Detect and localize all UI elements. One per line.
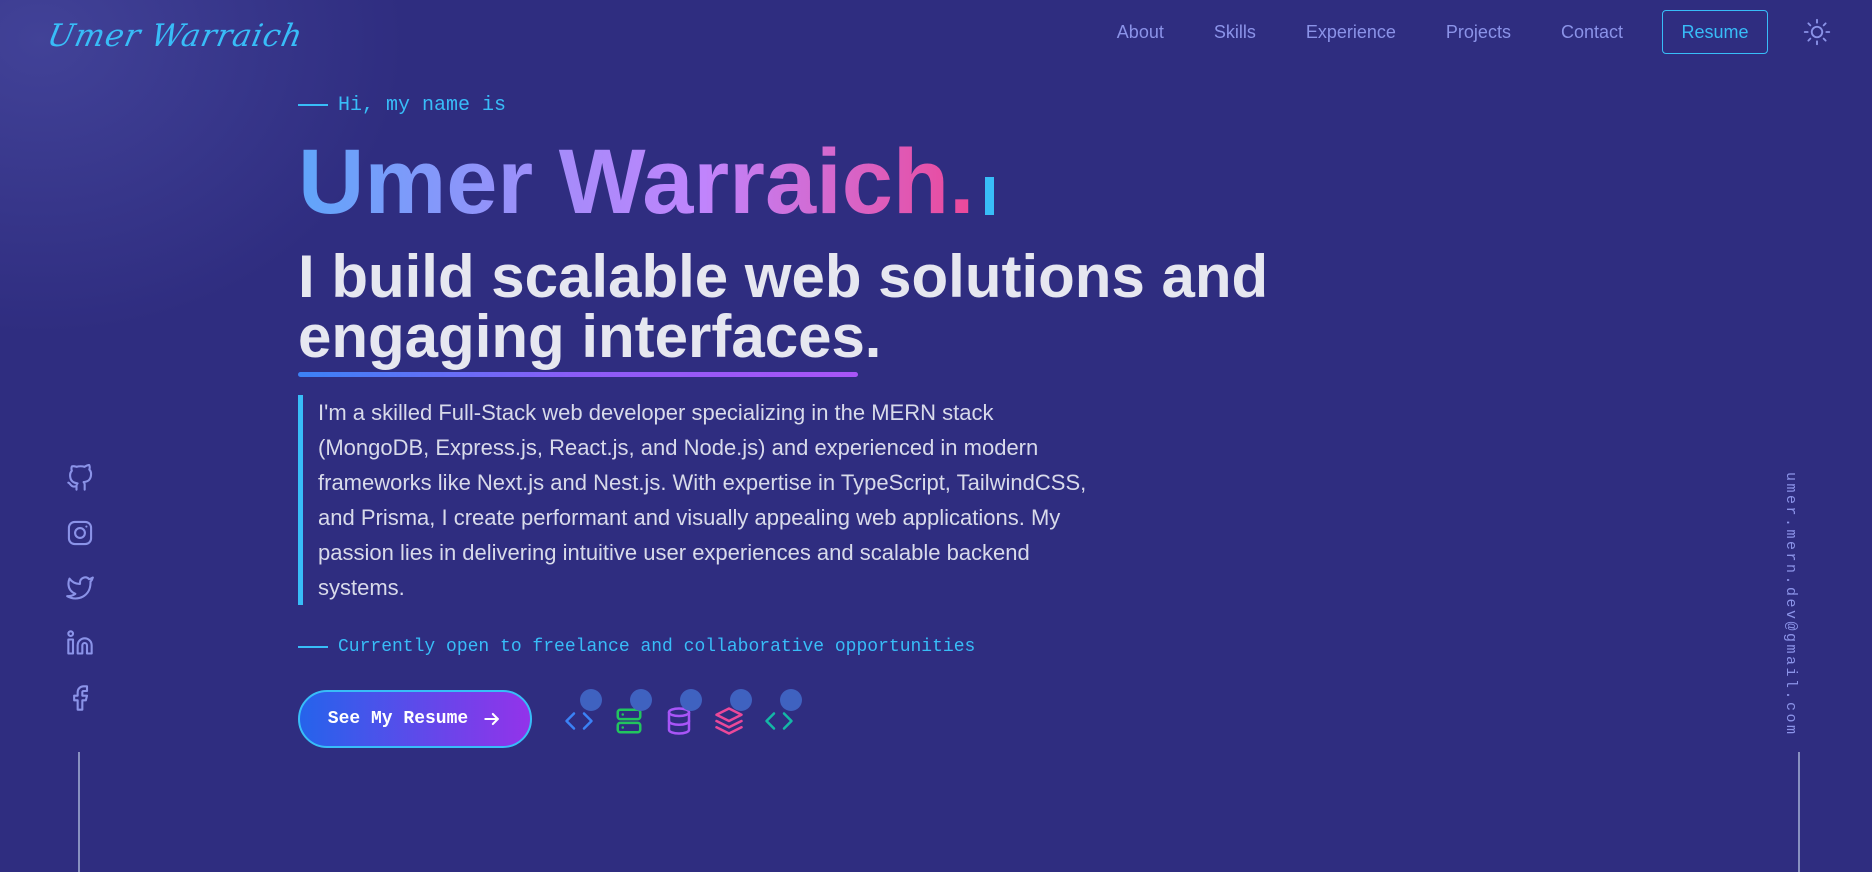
tech-dot: [730, 689, 752, 711]
facebook-icon: [73, 685, 89, 711]
tech-dot: [680, 689, 702, 711]
tagline-line-1: I build scalable web solutions and: [298, 243, 1269, 310]
cta-label: See My Resume: [327, 709, 469, 729]
see-my-resume-button[interactable]: See My Resume: [298, 690, 532, 748]
instagram-icon: [67, 520, 93, 546]
hero-name-text: Umer Warraich.: [298, 131, 975, 233]
nav-projects[interactable]: Projects: [1446, 22, 1511, 43]
tagline-line-2-text: engaging interfaces.: [298, 303, 882, 370]
sun-icon: [1803, 18, 1831, 46]
twitter-link[interactable]: [62, 574, 98, 629]
tagline-line-2: engaging interfaces.: [298, 307, 881, 377]
greeting-text: Hi, my name is: [338, 93, 507, 117]
theme-toggle-button[interactable]: [1802, 17, 1832, 47]
logo[interactable]: Umer Warraich: [44, 18, 306, 54]
main-nav: About Skills Experience Projects Contact…: [1067, 8, 1832, 56]
nav-skills[interactable]: Skills: [1214, 22, 1256, 43]
hero-tagline: I build scalable web solutions and engag…: [298, 243, 1398, 377]
linkedin-icon: [67, 630, 93, 655]
github-link[interactable]: [62, 464, 98, 519]
linkedin-link[interactable]: [62, 629, 98, 684]
right-divider-line: [1798, 752, 1800, 872]
arrow-right-icon: [484, 712, 500, 726]
tech-item: [654, 689, 704, 741]
typing-cursor: [984, 177, 994, 215]
tech-item: [554, 689, 604, 741]
cta-row: See My Resume: [298, 689, 1398, 748]
hero-section: Hi, my name is Umer Warraich. I build sc…: [298, 88, 1398, 748]
greeting-dash: [298, 104, 328, 106]
availability-dash: [298, 646, 328, 648]
twitter-icon: [66, 576, 94, 600]
facebook-link[interactable]: [62, 684, 98, 739]
resume-button[interactable]: Resume: [1662, 10, 1768, 54]
nav-experience[interactable]: Experience: [1306, 22, 1396, 43]
availability: Currently open to freelance and collabor…: [298, 637, 1398, 657]
about-paragraph: I'm a skilled Full-Stack web developer s…: [298, 395, 1108, 605]
tech-dot: [630, 689, 652, 711]
tech-dot: [780, 689, 802, 711]
nav-about[interactable]: About: [1117, 22, 1164, 43]
tech-icons: [554, 689, 804, 741]
social-links: [62, 464, 98, 739]
tech-item: [604, 689, 654, 741]
tagline-underline: [298, 372, 858, 377]
tech-item: [704, 689, 754, 741]
tech-dot: [580, 689, 602, 711]
availability-text: Currently open to freelance and collabor…: [338, 637, 976, 657]
github-icon: [67, 464, 93, 491]
greeting: Hi, my name is: [298, 88, 1398, 122]
nav-contact[interactable]: Contact: [1561, 22, 1623, 43]
tech-item: [754, 689, 804, 741]
email-link[interactable]: umer.mern.dev@gmail.com: [1782, 472, 1799, 737]
instagram-link[interactable]: [62, 519, 98, 574]
left-divider-line: [78, 752, 80, 872]
hero-name: Umer Warraich.: [298, 130, 1398, 240]
